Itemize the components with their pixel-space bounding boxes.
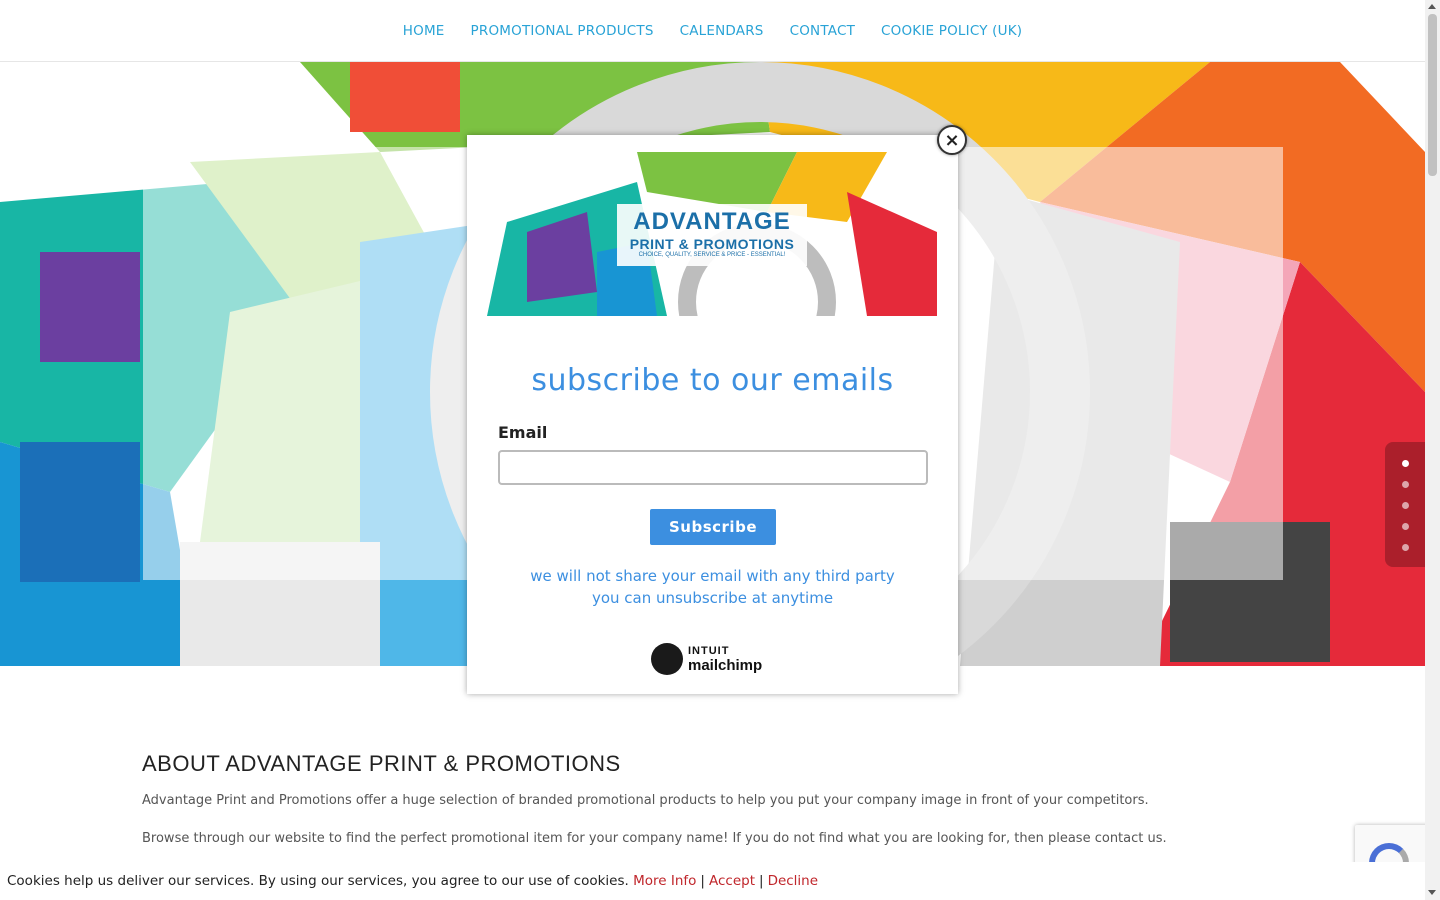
mailchimp-icon (651, 643, 683, 675)
close-icon[interactable]: × (937, 125, 967, 155)
scroll-up-icon[interactable] (1428, 4, 1436, 9)
cookie-decline-link[interactable]: Decline (768, 873, 819, 889)
slider-dot-1[interactable] (1402, 460, 1409, 467)
mailchimp-wordmark: INTUIT mailchimp (688, 645, 762, 674)
logo-sub-text: PRINT & PROMOTIONS (629, 236, 795, 252)
page-scrollbar[interactable] (1425, 0, 1440, 900)
cookie-more-info-link[interactable]: More Info (633, 873, 696, 889)
page: HOME PROMOTIONAL PRODUCTS CALENDARS CONT… (0, 0, 1440, 900)
mailchimp-badge[interactable]: INTUIT mailchimp (651, 643, 762, 675)
nav-promotional-products[interactable]: PROMOTIONAL PRODUCTS (471, 23, 654, 39)
nav-contact[interactable]: CONTACT (790, 23, 855, 39)
slider-dot-5[interactable] (1402, 544, 1409, 551)
nav-cookie-policy[interactable]: COOKIE POLICY (UK) (881, 23, 1022, 39)
main-nav: HOME PROMOTIONAL PRODUCTS CALENDARS CONT… (0, 0, 1425, 62)
email-field[interactable] (498, 450, 928, 485)
privacy-line-1: we will not share your email with any th… (530, 567, 895, 585)
cookie-separator: | (759, 873, 764, 889)
slider-dot-2[interactable] (1402, 481, 1409, 488)
cookie-accept-link[interactable]: Accept (709, 873, 755, 889)
brand-logo: ADVANTAGE PRINT & PROMOTIONS CHOICE, QUA… (617, 204, 807, 266)
scroll-thumb[interactable] (1428, 14, 1437, 176)
logo-tagline: CHOICE, QUALITY, SERVICE & PRICE - ESSEN… (638, 252, 786, 258)
about-paragraph-2: Browse through our website to find the p… (142, 831, 1167, 846)
nav-home[interactable]: HOME (403, 23, 445, 39)
subscribe-popup: × ADVANTAGE PRINT & PROMOTIONS CHOICE, Q… (467, 125, 967, 694)
mailchimp-badge-bottom: mailchimp (688, 656, 763, 674)
cookie-separator: | (700, 873, 705, 889)
mailchimp-badge-top: INTUIT (688, 644, 730, 657)
cookie-message: Cookies help us deliver our services. By… (7, 873, 629, 889)
about-paragraph-1: Advantage Print and Promotions offer a h… (142, 793, 1149, 808)
popup-banner: ADVANTAGE PRINT & PROMOTIONS CHOICE, QUA… (467, 152, 958, 316)
privacy-line-2: you can unsubscribe at anytime (591, 589, 834, 607)
slider-dot-3[interactable] (1402, 502, 1409, 509)
about-title: ABOUT ADVANTAGE PRINT & PROMOTIONS (142, 751, 621, 776)
privacy-note: we will not share your email with any th… (467, 565, 958, 609)
cookie-bar: Cookies help us deliver our services. By… (0, 862, 1425, 900)
scroll-down-icon[interactable] (1428, 890, 1436, 895)
slider-dots (1385, 442, 1425, 567)
subscribe-button[interactable]: Subscribe (650, 509, 776, 545)
popup-heading: subscribe to our emails (531, 363, 894, 398)
nav-calendars[interactable]: CALENDARS (680, 23, 764, 39)
slider-dot-4[interactable] (1402, 523, 1409, 530)
email-label: Email (498, 423, 548, 442)
logo-main-text: ADVANTAGE (633, 208, 791, 235)
